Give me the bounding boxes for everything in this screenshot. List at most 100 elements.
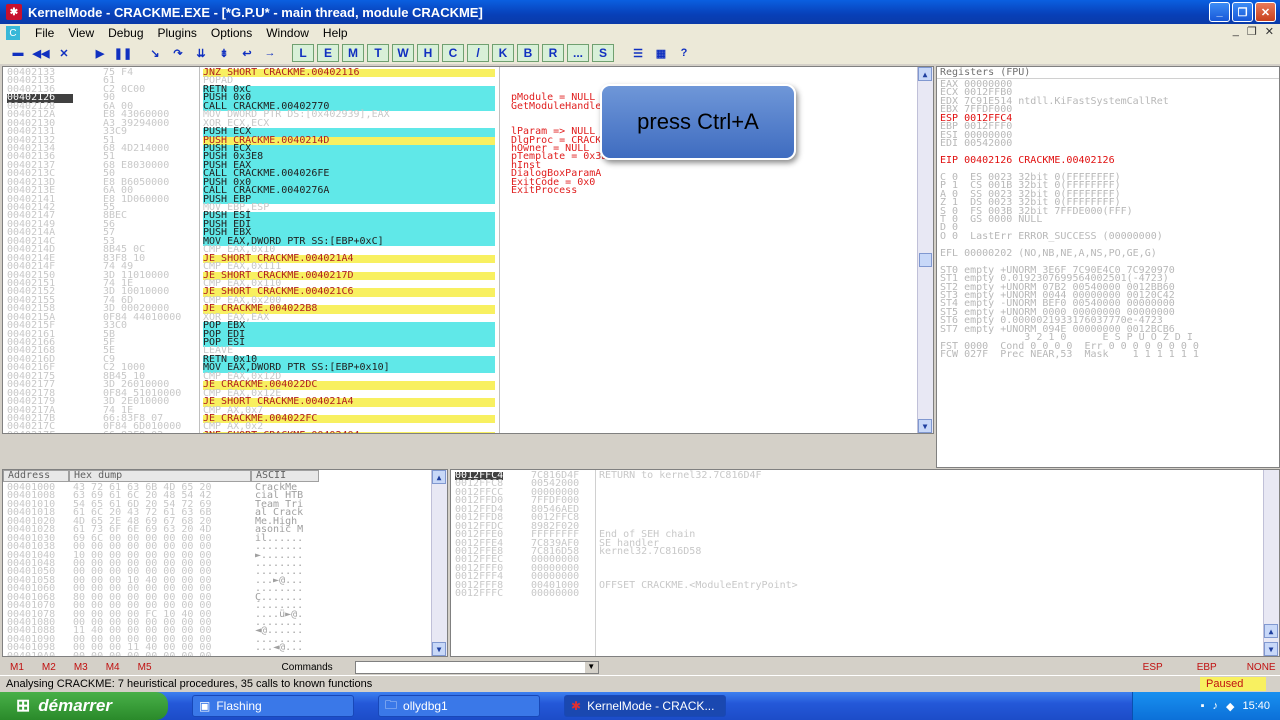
step-into-icon[interactable]: ↘ xyxy=(145,44,165,62)
toolbar-k[interactable]: K xyxy=(492,44,514,62)
mdi-close-icon[interactable]: ✕ xyxy=(1265,25,1274,38)
disasm-hex: 5E xyxy=(103,345,116,357)
menu-view[interactable]: View xyxy=(61,26,101,40)
scroll-down-icon[interactable]: ▼ xyxy=(918,419,932,433)
dump-hex: 00 00 00 00 00 00 00 00 xyxy=(73,650,212,657)
run-icon[interactable]: ▶ xyxy=(90,44,110,62)
grid-icon[interactable]: ▦ xyxy=(651,44,671,62)
stack-comment xyxy=(599,497,798,505)
menu-plugins[interactable]: Plugins xyxy=(151,26,204,40)
scroll-up-icon[interactable]: ▲ xyxy=(1264,624,1278,638)
memo-m4[interactable]: M4 xyxy=(106,662,120,673)
bug-icon: ✱ xyxy=(6,4,22,20)
open-icon[interactable]: ▬ xyxy=(8,44,28,62)
scroll-up-icon[interactable]: ▲ xyxy=(918,67,932,81)
start-button[interactable]: ⊞ démarrer xyxy=(0,692,168,720)
stack-comment-column: RETURN to kernel32.7C816D4F End of SEH ch… xyxy=(599,470,798,599)
disasm-comment xyxy=(511,111,607,119)
task-flashing[interactable]: ▣ Flashing xyxy=(192,695,354,717)
disasm-scrollbar[interactable]: ▲ ▼ xyxy=(917,67,933,433)
disasm-comment xyxy=(511,415,607,423)
close-icon[interactable]: ✕ xyxy=(54,44,74,62)
list-icon[interactable]: ☰ xyxy=(628,44,648,62)
close-button[interactable]: ✕ xyxy=(1255,2,1276,22)
stack-address-column: 0012FFC4 0012FFC8 0012FFCC 0012FFD0 0012FFD4… xyxy=(455,470,504,599)
tray-volume-icon[interactable]: ♪ xyxy=(1213,700,1219,712)
toolbar-dots[interactable]: ... xyxy=(567,44,589,62)
step-over-icon[interactable]: ↷ xyxy=(168,44,188,62)
task-label: ollydbg1 xyxy=(403,699,448,713)
chevron-down-icon[interactable]: ▼ xyxy=(584,661,598,673)
stack-mode-none[interactable]: NONE xyxy=(1247,662,1276,673)
dump-header-hex[interactable]: Hex dump xyxy=(69,470,251,482)
registers-pane[interactable]: Registers (FPU) EAX 00000000 ECX 0012FFB0… xyxy=(936,66,1280,468)
task-ollydbg1[interactable]: 🗀 ollydbg1 xyxy=(378,695,540,717)
toolbar-slash[interactable]: / xyxy=(467,44,489,62)
toolbar-c[interactable]: C xyxy=(442,44,464,62)
disasm-comment: ExitProcess xyxy=(511,185,578,197)
toolbar-m[interactable]: M xyxy=(342,44,364,62)
dump-header-ascii[interactable]: ASCII xyxy=(251,470,319,482)
status-bar: Analysing CRACKME: 7 heuristical procedu… xyxy=(0,675,1280,692)
folder-icon: 🗀 xyxy=(385,697,398,712)
dump-pane[interactable]: Address Hex dump ASCII 00401000 00401008 0… xyxy=(2,469,448,657)
memo-m5[interactable]: M5 xyxy=(138,662,152,673)
disasm-comment xyxy=(511,339,607,347)
task-kernelmode[interactable]: ✱ KernelMode - CRACK... xyxy=(564,695,726,717)
disasm-comment xyxy=(511,407,607,415)
stack-mode-ebp[interactable]: EBP xyxy=(1197,662,1217,673)
scroll-down-icon[interactable]: ▼ xyxy=(1264,642,1278,656)
stack-scrollbar[interactable]: ▲ ▼ xyxy=(1263,470,1279,656)
dump-ascii-column: CrackMe cial HTB Team Tri al Crack Me.High … xyxy=(255,482,303,656)
commands-input[interactable]: ▼ xyxy=(354,660,599,674)
menu-options[interactable]: Options xyxy=(204,26,259,40)
menu-help[interactable]: Help xyxy=(316,26,355,40)
mdi-restore-icon[interactable]: ❐ xyxy=(1247,25,1257,38)
disasm-comment xyxy=(511,297,607,305)
menu-debug[interactable]: Debug xyxy=(101,26,150,40)
minimize-button[interactable]: _ xyxy=(1209,2,1230,22)
toolbar-e[interactable]: E xyxy=(317,44,339,62)
toolbar-r[interactable]: R xyxy=(542,44,564,62)
help-icon[interactable]: ? xyxy=(674,44,694,62)
toolbar-l[interactable]: L xyxy=(292,44,314,62)
toolbar-t[interactable]: T xyxy=(367,44,389,62)
scroll-thumb[interactable] xyxy=(919,253,932,267)
dump-scrollbar[interactable]: ▲ ▼ xyxy=(431,470,447,656)
disasm-instruction: POP EBX xyxy=(203,320,495,331)
memo-m2[interactable]: M2 xyxy=(42,662,56,673)
tray-network-icon[interactable]: ▪ xyxy=(1201,700,1205,712)
register-line: T 0 GS 0000 NULL xyxy=(940,214,1043,225)
trace-over-icon[interactable]: ⇟ xyxy=(214,44,234,62)
mdi-minimize-icon[interactable]: _ xyxy=(1233,25,1239,38)
toolbar-b[interactable]: B xyxy=(517,44,539,62)
disasm-hex: 33C0 xyxy=(103,320,128,332)
dump-header-address[interactable]: Address xyxy=(3,470,69,482)
cpu-window-icon[interactable]: C xyxy=(6,26,20,40)
tray-shield-icon[interactable]: ◆ xyxy=(1226,700,1234,713)
stack-mode-esp[interactable]: ESP xyxy=(1143,662,1163,673)
memo-m3[interactable]: M3 xyxy=(74,662,88,673)
goto-icon[interactable]: → xyxy=(260,44,280,62)
toolbar-s[interactable]: S xyxy=(592,44,614,62)
toolbar: ▬ ◀◀ ✕ ▶ ❚❚ ↘ ↷ ⇊ ⇟ ↩ → L E M T W H C / … xyxy=(0,42,1280,64)
scroll-down-icon[interactable]: ▼ xyxy=(432,642,446,656)
disasm-comment-column: pModule = NULL GetModuleHandleA lParam => … xyxy=(511,69,668,433)
menu-file[interactable]: File xyxy=(28,26,61,40)
disasm-comment xyxy=(511,272,607,280)
maximize-button[interactable]: ❐ xyxy=(1232,2,1253,22)
toolbar-h[interactable]: H xyxy=(417,44,439,62)
pause-icon[interactable]: ❚❚ xyxy=(113,44,133,62)
memo-m1[interactable]: M1 xyxy=(10,662,24,673)
stack-comment xyxy=(599,506,798,514)
execute-till-return-icon[interactable]: ↩ xyxy=(237,44,257,62)
menu-window[interactable]: Window xyxy=(259,26,316,40)
menu-bar: C File View Debug Plugins Options Window… xyxy=(0,24,1280,42)
toolbar-w[interactable]: W xyxy=(392,44,414,62)
taskbar: ⊞ démarrer ▣ Flashing 🗀 ollydbg1 ✱ Kerne… xyxy=(0,692,1280,720)
rewind-icon[interactable]: ◀◀ xyxy=(31,44,51,62)
trace-into-icon[interactable]: ⇊ xyxy=(191,44,211,62)
scroll-up-icon[interactable]: ▲ xyxy=(432,470,446,484)
stack-pane[interactable]: 0012FFC4 0012FFC8 0012FFCC 0012FFD0 0012FFD4… xyxy=(450,469,1280,657)
stack-comment xyxy=(599,514,798,522)
